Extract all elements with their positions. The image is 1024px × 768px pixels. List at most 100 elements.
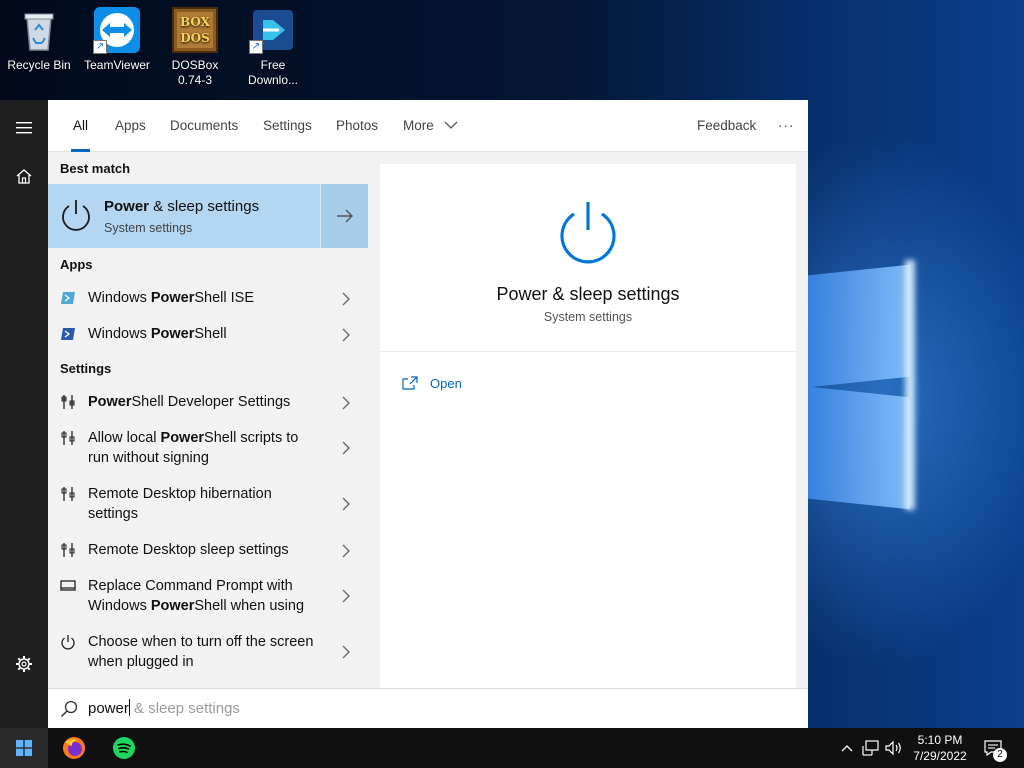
result-label-post: Shell <box>194 326 227 342</box>
desktop-icon-free-download-manager[interactable]: ↗ Free Downlo... <box>236 4 310 88</box>
svg-text:BOX: BOX <box>180 15 211 29</box>
firefox-icon <box>63 737 85 759</box>
chevron-right-icon <box>342 544 350 558</box>
shortcut-arrow-icon: ↗ <box>249 40 263 54</box>
power-icon <box>560 202 616 264</box>
result-app-powershell[interactable]: Windows PowerShell <box>48 316 368 352</box>
tab-more[interactable]: More <box>403 100 458 152</box>
result-app-powershell-ise[interactable]: Windows PowerShell ISE <box>48 280 368 316</box>
open-external-icon <box>402 376 418 390</box>
result-label-pre: Remote Desktop sleep settings <box>88 542 289 558</box>
start-button[interactable] <box>0 728 48 768</box>
result-label: PowerShell Developer Settings <box>88 392 318 412</box>
desktop-icon-dosbox[interactable]: BOX DOS DOSBox 0.74-3 <box>158 4 232 88</box>
chevron-right-icon <box>342 497 350 511</box>
windows-logo-glow <box>905 260 915 510</box>
result-label: Allow local PowerShell scripts to run wi… <box>88 428 318 468</box>
result-label-bold: Power <box>88 394 132 410</box>
open-action-button[interactable]: Open <box>402 374 462 392</box>
action-center-button[interactable]: 2 <box>983 738 1007 762</box>
volume-button[interactable] <box>884 738 904 758</box>
dosbox-icon: BOX DOS <box>171 6 219 54</box>
desktop-icon-recycle-bin[interactable]: Recycle Bin <box>2 4 76 73</box>
tab-documents[interactable]: Documents <box>170 100 238 152</box>
result-label-pre: Remote Desktop hibernation settings <box>88 486 272 522</box>
spotify-icon <box>113 737 135 759</box>
shortcut-arrow-icon: ↗ <box>93 40 107 54</box>
result-setting-screen-timeout[interactable]: Choose when to turn off the screen when … <box>48 624 368 680</box>
section-header-settings: Settings <box>60 361 112 376</box>
search-results-list: Best match Power & sleep settings System… <box>48 152 368 688</box>
desktop-icon-label-line2: 0.74-3 <box>177 73 213 87</box>
speaker-icon <box>885 740 901 756</box>
developer-settings-icon <box>61 487 75 501</box>
search-filter-tabs: All Apps Documents Settings Photos More … <box>48 100 808 152</box>
result-preview-pane: Power & sleep settings System settings O… <box>380 164 796 688</box>
power-icon <box>61 635 75 650</box>
result-label-bold: Power <box>150 326 195 342</box>
result-label-bold: Power <box>150 290 195 306</box>
windows-logo-icon <box>16 740 32 756</box>
tab-more-label: More <box>403 118 434 133</box>
result-label-bold: Power <box>160 430 205 446</box>
result-setting-remote-desktop-sleep[interactable]: Remote Desktop sleep settings <box>48 532 368 568</box>
best-match-title-bold: Power <box>104 198 150 215</box>
windows-logo-pane <box>808 264 910 388</box>
free-download-manager-icon: ↗ <box>249 6 297 54</box>
arrow-right-icon <box>336 209 353 223</box>
result-label-post: Shell when using <box>194 598 305 614</box>
chevron-right-icon <box>342 645 350 659</box>
search-query: power & sleep settings <box>88 699 240 717</box>
hamburger-icon <box>16 122 32 134</box>
teamviewer-icon: ↗ <box>93 6 141 54</box>
result-setting-powershell-developer[interactable]: PowerShell Developer Settings <box>48 384 368 420</box>
tab-photos[interactable]: Photos <box>336 100 378 152</box>
chevron-right-icon <box>342 396 350 410</box>
chevron-down-icon <box>444 121 457 129</box>
best-match-expand-button[interactable] <box>320 184 368 248</box>
network-button[interactable] <box>861 738 881 758</box>
powershell-icon <box>61 328 75 340</box>
taskbar-spotify[interactable] <box>100 728 148 768</box>
preview-title: Power & sleep settings <box>496 284 680 304</box>
network-icon <box>862 740 879 756</box>
start-left-rail <box>0 100 48 728</box>
taskbar-settings-icon <box>60 580 76 591</box>
developer-settings-icon <box>61 395 75 409</box>
preview-subtitle: System settings <box>543 310 633 324</box>
result-label-post: Shell Developer Settings <box>131 394 291 410</box>
hamburger-menu-button[interactable] <box>0 104 48 152</box>
desktop-icon-label: Free Downlo... <box>236 58 310 88</box>
result-label-pre: Allow local <box>88 430 161 446</box>
more-options-button[interactable]: ··· <box>778 100 795 152</box>
best-match-subtitle: System settings <box>104 221 193 235</box>
search-input[interactable]: power & sleep settings <box>48 688 808 728</box>
result-setting-replace-command-prompt[interactable]: Replace Command Prompt with Windows Powe… <box>48 568 368 624</box>
open-action-label: Open <box>430 375 462 391</box>
feedback-link[interactable]: Feedback <box>697 100 756 152</box>
developer-settings-icon <box>61 431 75 445</box>
result-setting-allow-powershell-scripts[interactable]: Allow local PowerShell scripts to run wi… <box>48 420 368 476</box>
best-match-result[interactable]: Power & sleep settings System settings <box>48 184 368 248</box>
search-icon <box>60 700 78 718</box>
power-icon <box>62 200 90 231</box>
show-hidden-icons-button[interactable] <box>837 738 857 758</box>
tab-settings[interactable]: Settings <box>263 100 312 152</box>
settings-button[interactable] <box>0 640 48 688</box>
result-label: Remote Desktop hibernation settings <box>88 484 318 524</box>
result-label-pre: Windows <box>88 326 151 342</box>
clock-time: 5:10 PM <box>917 733 963 747</box>
windows-logo-pane <box>808 386 910 510</box>
result-setting-remote-desktop-hibernation[interactable]: Remote Desktop hibernation settings <box>48 476 368 532</box>
tab-all[interactable]: All <box>70 100 91 152</box>
taskbar-firefox[interactable] <box>50 728 98 768</box>
search-panel: All Apps Documents Settings Photos More … <box>48 100 808 728</box>
notification-count-badge: 2 <box>993 748 1007 762</box>
tab-apps[interactable]: Apps <box>115 100 146 152</box>
desktop-icon-teamviewer[interactable]: ↗ TeamViewer <box>80 4 154 73</box>
section-header-apps: Apps <box>60 257 93 272</box>
home-button[interactable] <box>0 152 48 200</box>
result-label: Choose when to turn off the screen when … <box>88 632 318 672</box>
taskbar-clock[interactable]: 5:10 PM 7/29/2022 <box>908 732 972 764</box>
chevron-right-icon <box>342 328 350 342</box>
